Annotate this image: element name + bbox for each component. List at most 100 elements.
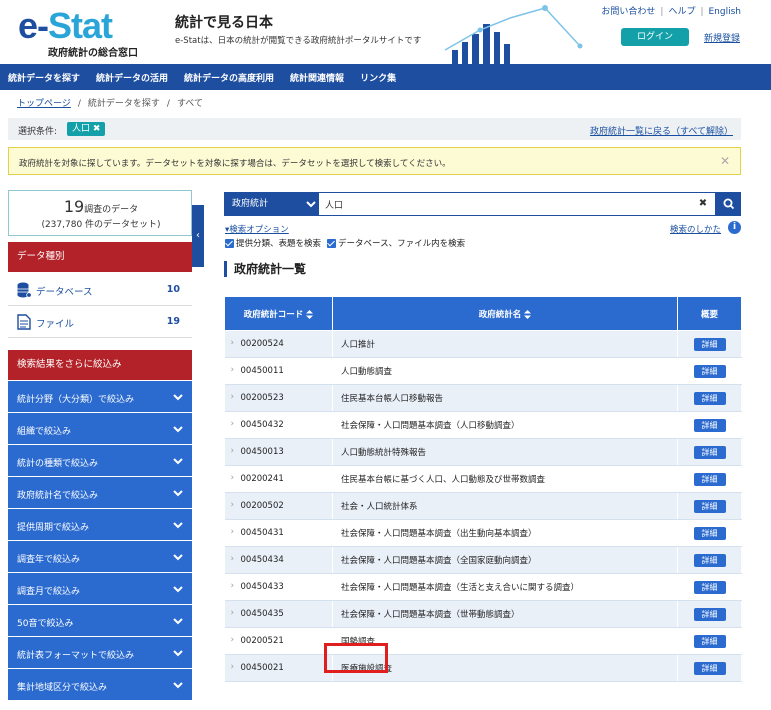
login-button[interactable]: ログイン [621, 28, 689, 46]
filter-label: 統計の種類で絞込み [17, 459, 99, 469]
checkbox-database-file[interactable] [327, 238, 337, 248]
filter-survey-month[interactable]: 調査月で絞込み [8, 573, 192, 605]
detail-button[interactable]: 詳細 [693, 472, 726, 486]
filter-kana[interactable]: 50音で絞込み [8, 605, 192, 637]
close-icon[interactable]: ✕ [720, 154, 730, 168]
filter-stat-type[interactable]: 統計の種類で絞込み [8, 445, 192, 477]
filter-organization[interactable]: 組織で絞込み [8, 413, 192, 445]
logo-text: e- [18, 5, 49, 46]
stat-name-link[interactable]: 人口推計 [332, 330, 678, 358]
search-scope-select[interactable]: 政府統計 [224, 192, 318, 216]
filter-cycle[interactable]: 提供周期で絞込み [8, 509, 192, 541]
table-row: 00450435社会保障・人口問題基本調査（世帯動態調査） 詳細 [224, 600, 742, 628]
chevron-down-icon [173, 490, 183, 497]
table-row: 00200502社会・人口統計体系 詳細 [224, 492, 742, 520]
detail-button[interactable]: 詳細 [693, 364, 726, 378]
refine-results-header: 検索結果をさらに絞込み [8, 350, 192, 380]
detail-cell: 詳細 [677, 330, 742, 358]
type-database-row[interactable]: データベース 10 [8, 274, 192, 306]
filter-stat-field[interactable]: 統計分野（大分類）で絞込み [8, 381, 192, 413]
nav-use-data[interactable]: 統計データの活用 [96, 71, 168, 84]
stat-name-link[interactable]: 住民基本台帳人口移動報告 [332, 384, 678, 412]
nav-links[interactable]: リンク集 [360, 71, 396, 84]
filter-label: 提供周期で絞込み [17, 523, 90, 533]
stat-name-link[interactable]: 社会・人口統計体系 [332, 492, 678, 520]
stat-name-link[interactable]: 住民基本台帳に基づく人口、人口動態及び世帯数調査 [332, 465, 678, 493]
type-file-count: 19 [166, 316, 180, 327]
header-code-label: 政府統計コード [243, 309, 304, 320]
stat-code: 00200524 [224, 330, 333, 358]
filter-gov-stat-name[interactable]: 政府統計名で絞込み [8, 477, 192, 509]
detail-button[interactable]: 詳細 [693, 526, 726, 540]
site-header: e-Stat 政府統計の総合窓口 統計で見る日本 e-Statは、日本の統計が閲… [0, 0, 771, 64]
table-row: 00450011人口動態調査 詳細 [224, 357, 742, 385]
detail-cell: 詳細 [677, 573, 742, 601]
stat-name-link[interactable]: 社会保障・人口問題基本調査（世帯動態調査） [332, 600, 678, 628]
stat-name-link[interactable]: 社会保障・人口問題基本調査（生活と支え合いに関する調査） [332, 573, 678, 601]
contact-link[interactable]: お問い合わせ [601, 7, 655, 17]
stat-name-link[interactable]: 社会保障・人口問題基本調査（出生動向基本調査） [332, 519, 678, 547]
breadcrumb-top[interactable]: トップページ [17, 99, 71, 109]
stat-code: 00200523 [224, 384, 333, 412]
nav-advanced-use[interactable]: 統計データの高度利用 [184, 71, 274, 84]
detail-button[interactable]: 詳細 [693, 337, 726, 351]
detail-button[interactable]: 詳細 [693, 445, 726, 459]
detail-button[interactable]: 詳細 [693, 553, 726, 567]
search-help-link[interactable]: 検索のしかた [670, 223, 721, 235]
table-row: 00200524人口推計 詳細 [224, 330, 742, 358]
search-button[interactable] [717, 192, 741, 216]
estat-logo[interactable]: e-Stat 政府統計の総合窓口 [18, 8, 154, 60]
detail-button[interactable]: 詳細 [693, 580, 726, 594]
clear-all-conditions-link[interactable]: 政府統計一覧に戻る（すべて解除） [590, 124, 733, 137]
result-count-box: 19調査のデータ (237,780 件のデータセット) [8, 190, 192, 236]
site-title: 統計で見る日本 [175, 15, 273, 31]
filter-survey-year[interactable]: 調査年で絞込み [8, 541, 192, 573]
help-link[interactable]: ヘルプ [668, 7, 695, 17]
filter-region-type[interactable]: 集計地域区分で絞込み [8, 669, 192, 701]
stat-name-link[interactable]: 社会保障・人口問題基本調査（全国家庭動向調査） [332, 546, 678, 574]
search-bar: 政府統計 ✖ [224, 192, 741, 216]
nav-stats-info[interactable]: 統計関連情報 [290, 71, 344, 84]
notice-banner: 政府統計を対象に探しています。データセットを対象に探す場合は、データセットを選択… [8, 147, 741, 175]
clear-search-icon[interactable]: ✖ [691, 193, 715, 215]
detail-button[interactable]: 詳細 [693, 499, 726, 513]
checkbox-classification[interactable] [225, 238, 234, 248]
stat-name-link[interactable]: 人口動態統計特殊報告 [332, 438, 678, 466]
filter-label: 50音で絞込み [17, 619, 74, 629]
type-database-label: データベース [36, 287, 93, 298]
type-file-row[interactable]: ファイル 19 [8, 306, 192, 338]
sort-icon [306, 309, 314, 319]
sidebar-collapse-button[interactable]: ‹ [192, 205, 204, 267]
detail-button[interactable]: 詳細 [693, 634, 726, 648]
checkbox-classification-label: 提供分類、表題を検索 [236, 239, 322, 249]
filter-table-format[interactable]: 統計表フォーマットで絞込み [8, 637, 192, 669]
stat-name-link[interactable]: 社会保障・人口問題基本調査（人口移動調査） [332, 411, 678, 439]
info-icon[interactable]: i [728, 221, 741, 234]
breadcrumb: トップページ / 統計データを探す / すべて [17, 99, 203, 109]
header-code[interactable]: 政府統計コード [224, 296, 333, 331]
detail-button[interactable]: 詳細 [693, 607, 726, 621]
condition-chip-population[interactable]: 人口 ✖ [67, 122, 106, 136]
search-input[interactable] [319, 193, 691, 215]
detail-button[interactable]: 詳細 [693, 418, 726, 432]
gov-stats-table: 政府統計コード 政府統計名 概要 00200524人口推計詳細00450011人… [224, 296, 742, 682]
top-links: お問い合わせ | ヘルプ | English [601, 7, 742, 17]
main-nav: 統計データを探す 統計データの活用 統計データの高度利用 統計関連情報 リンク集 [0, 64, 771, 90]
search-options-link[interactable]: ▾検索オプション [225, 223, 289, 235]
detail-cell: 詳細 [677, 411, 742, 439]
nav-find-data[interactable]: 統計データを探す [8, 71, 80, 84]
header-name[interactable]: 政府統計名 [332, 296, 678, 331]
register-link[interactable]: 新規登録 [704, 31, 740, 44]
stat-code: 00450011 [224, 357, 333, 385]
detail-button[interactable]: 詳細 [693, 661, 726, 675]
stat-name-link[interactable]: 人口動態調査 [332, 357, 678, 385]
detail-cell: 詳細 [677, 465, 742, 493]
result-count-unit: 調査のデータ [84, 205, 139, 215]
table-row: 00450432社会保障・人口問題基本調査（人口移動調査） 詳細 [224, 411, 742, 439]
detail-button[interactable]: 詳細 [693, 391, 726, 405]
breadcrumb-find-data[interactable]: 統計データを探す [88, 99, 160, 109]
english-link[interactable]: English [709, 7, 742, 17]
detail-cell: 詳細 [677, 492, 742, 520]
chevron-down-icon [173, 426, 183, 433]
stat-code: 00200521 [224, 627, 333, 655]
